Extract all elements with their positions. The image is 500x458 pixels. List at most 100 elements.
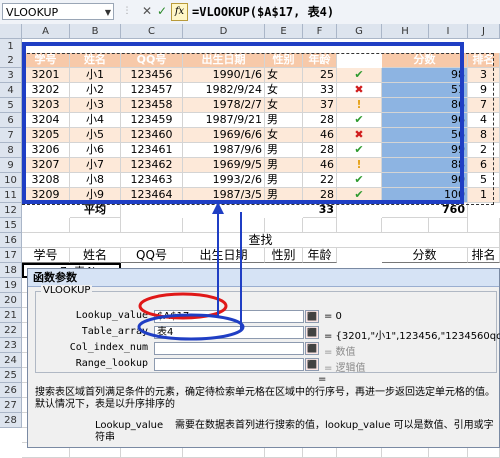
table-cell-rank[interactable]: 3 xyxy=(468,68,500,83)
table-cell-age[interactable]: 28 xyxy=(303,113,337,128)
total-age[interactable]: 33 xyxy=(303,203,337,218)
table-cell-score[interactable]: 56 xyxy=(382,128,468,143)
status-icon-cell[interactable]: ✔ xyxy=(337,143,382,158)
table-cell-qq[interactable]: 123460 xyxy=(121,128,183,143)
grid-cell[interactable] xyxy=(121,218,183,233)
row-header[interactable]: 18 xyxy=(0,263,22,278)
column-header-g[interactable]: G xyxy=(337,24,382,39)
formula-input[interactable]: =VLOOKUP($A$17, 表4) xyxy=(192,3,334,21)
table-cell-rank[interactable]: 6 xyxy=(468,158,500,173)
col-index-num-field[interactable] xyxy=(154,342,304,355)
table-cell-id[interactable]: 3208 xyxy=(22,173,70,188)
row-header[interactable]: 23 xyxy=(0,338,22,353)
lookup-header-cell[interactable]: 分数 xyxy=(382,248,468,263)
table-cell-qq[interactable]: 123463 xyxy=(121,173,183,188)
column-header-e[interactable]: E xyxy=(265,24,303,39)
table-cell-score[interactable]: 98 xyxy=(382,68,468,83)
table-cell-sex[interactable]: 男 xyxy=(265,113,303,128)
grid-cell[interactable] xyxy=(183,218,265,233)
table-cell-score[interactable]: 86 xyxy=(382,98,468,113)
status-icon-cell[interactable]: ✔ xyxy=(337,173,382,188)
table-header-cell[interactable]: 排名 xyxy=(468,53,500,68)
table-cell-name[interactable]: 小4 xyxy=(70,113,121,128)
table-cell-score[interactable]: 96 xyxy=(382,113,468,128)
grid-cell[interactable] xyxy=(22,218,70,233)
grid-cell[interactable] xyxy=(303,218,337,233)
table-cell-name[interactable]: 小9 xyxy=(70,188,121,203)
collapse-dialog-icon[interactable]: ⬛ xyxy=(305,358,319,371)
table-cell-qq[interactable]: 123461 xyxy=(121,143,183,158)
table-cell-name[interactable]: 小6 xyxy=(70,143,121,158)
total-score[interactable]: 760 xyxy=(382,203,468,218)
table-cell-age[interactable]: 28 xyxy=(303,188,337,203)
table-cell-birth[interactable]: 1987/9/21 xyxy=(183,113,265,128)
table-cell-rank[interactable]: 8 xyxy=(468,128,500,143)
table-header-cell[interactable]: 分数 xyxy=(382,53,468,68)
table-cell-id[interactable]: 3201 xyxy=(22,68,70,83)
table-header-cell[interactable]: 学号 xyxy=(22,53,70,68)
table-cell-rank[interactable]: 1 xyxy=(468,188,500,203)
table-cell-qq[interactable]: 123464 xyxy=(121,188,183,203)
table-cell-name[interactable]: 小3 xyxy=(70,98,121,113)
table-cell-name[interactable]: 小5 xyxy=(70,128,121,143)
table-cell-sex[interactable]: 男 xyxy=(265,173,303,188)
row-header[interactable]: 2 xyxy=(0,53,22,68)
row-header[interactable]: 17 xyxy=(0,248,22,263)
row-header[interactable]: 6 xyxy=(0,113,22,128)
table-header-cell[interactable]: 性别 xyxy=(265,53,303,68)
table-cell-age[interactable]: 46 xyxy=(303,158,337,173)
table-cell-sex[interactable]: 男 xyxy=(265,143,303,158)
row-header[interactable]: 10 xyxy=(0,173,22,188)
table-header-cell[interactable]: 年龄 xyxy=(303,53,337,68)
table-cell-name[interactable]: 小7 xyxy=(70,158,121,173)
table-header-cell[interactable]: 出生日期 xyxy=(183,53,265,68)
row-header[interactable]: 19 xyxy=(0,278,22,293)
status-icon-cell[interactable]: ! xyxy=(337,158,382,173)
table-cell-name[interactable]: 小8 xyxy=(70,173,121,188)
table-cell-name[interactable]: 小1 xyxy=(70,68,121,83)
table-cell-qq[interactable]: 123462 xyxy=(121,158,183,173)
table-cell-id[interactable]: 3203 xyxy=(22,98,70,113)
column-header-a[interactable]: A xyxy=(22,24,70,39)
table-cell-birth[interactable]: 1987/9/6 xyxy=(183,143,265,158)
row-header[interactable]: 27 xyxy=(0,398,22,413)
table-cell-rank[interactable]: 4 xyxy=(468,113,500,128)
table-cell-id[interactable]: 3206 xyxy=(22,143,70,158)
lookup-header-cell[interactable]: QQ号 xyxy=(121,248,183,263)
column-header-c[interactable]: C xyxy=(121,24,183,39)
grid-cell[interactable] xyxy=(429,218,468,233)
grid-cell[interactable] xyxy=(337,218,382,233)
row-header[interactable]: 21 xyxy=(0,308,22,323)
table-cell-age[interactable]: 46 xyxy=(303,128,337,143)
table-cell-qq[interactable]: 123457 xyxy=(121,83,183,98)
column-header-j[interactable]: J xyxy=(468,24,500,39)
collapse-dialog-icon[interactable]: ⬛ xyxy=(305,342,319,355)
table-cell-sex[interactable]: 女 xyxy=(265,98,303,113)
lookup-header-cell[interactable]: 学号 xyxy=(22,248,70,263)
lookup-header-cell[interactable]: 出生日期 xyxy=(183,248,265,263)
lookup-header-cell[interactable]: 性别 xyxy=(265,248,303,263)
table-cell-rank[interactable]: 7 xyxy=(468,98,500,113)
table-cell-id[interactable]: 3202 xyxy=(22,83,70,98)
column-header-i[interactable]: I xyxy=(429,24,468,39)
table-cell-rank[interactable]: 9 xyxy=(468,83,500,98)
table-cell-id[interactable]: 3209 xyxy=(22,188,70,203)
table-cell-score[interactable]: 90 xyxy=(382,173,468,188)
column-header-f[interactable]: F xyxy=(303,24,337,39)
row-header[interactable]: 3 xyxy=(0,68,22,83)
table-cell-qq[interactable]: 123458 xyxy=(121,98,183,113)
grid-cell[interactable] xyxy=(70,218,121,233)
table-cell-sex[interactable]: 女 xyxy=(265,83,303,98)
table-cell-birth[interactable]: 1993/2/6 xyxy=(183,173,265,188)
table-cell-birth[interactable]: 1978/2/7 xyxy=(183,98,265,113)
total-label[interactable]: 平均 xyxy=(70,203,121,218)
grid-cell[interactable] xyxy=(468,218,500,233)
table-header-cell[interactable]: QQ号 xyxy=(121,53,183,68)
table-cell-sex[interactable]: 男 xyxy=(265,158,303,173)
cancel-icon[interactable]: ✕ xyxy=(140,4,154,19)
row-header[interactable]: 20 xyxy=(0,293,22,308)
table-cell-score[interactable]: 99 xyxy=(382,143,468,158)
collapse-dialog-icon[interactable]: ⬛ xyxy=(305,326,319,339)
lookup-header-cell[interactable]: 姓名 xyxy=(70,248,121,263)
range-lookup-field[interactable] xyxy=(154,358,304,371)
